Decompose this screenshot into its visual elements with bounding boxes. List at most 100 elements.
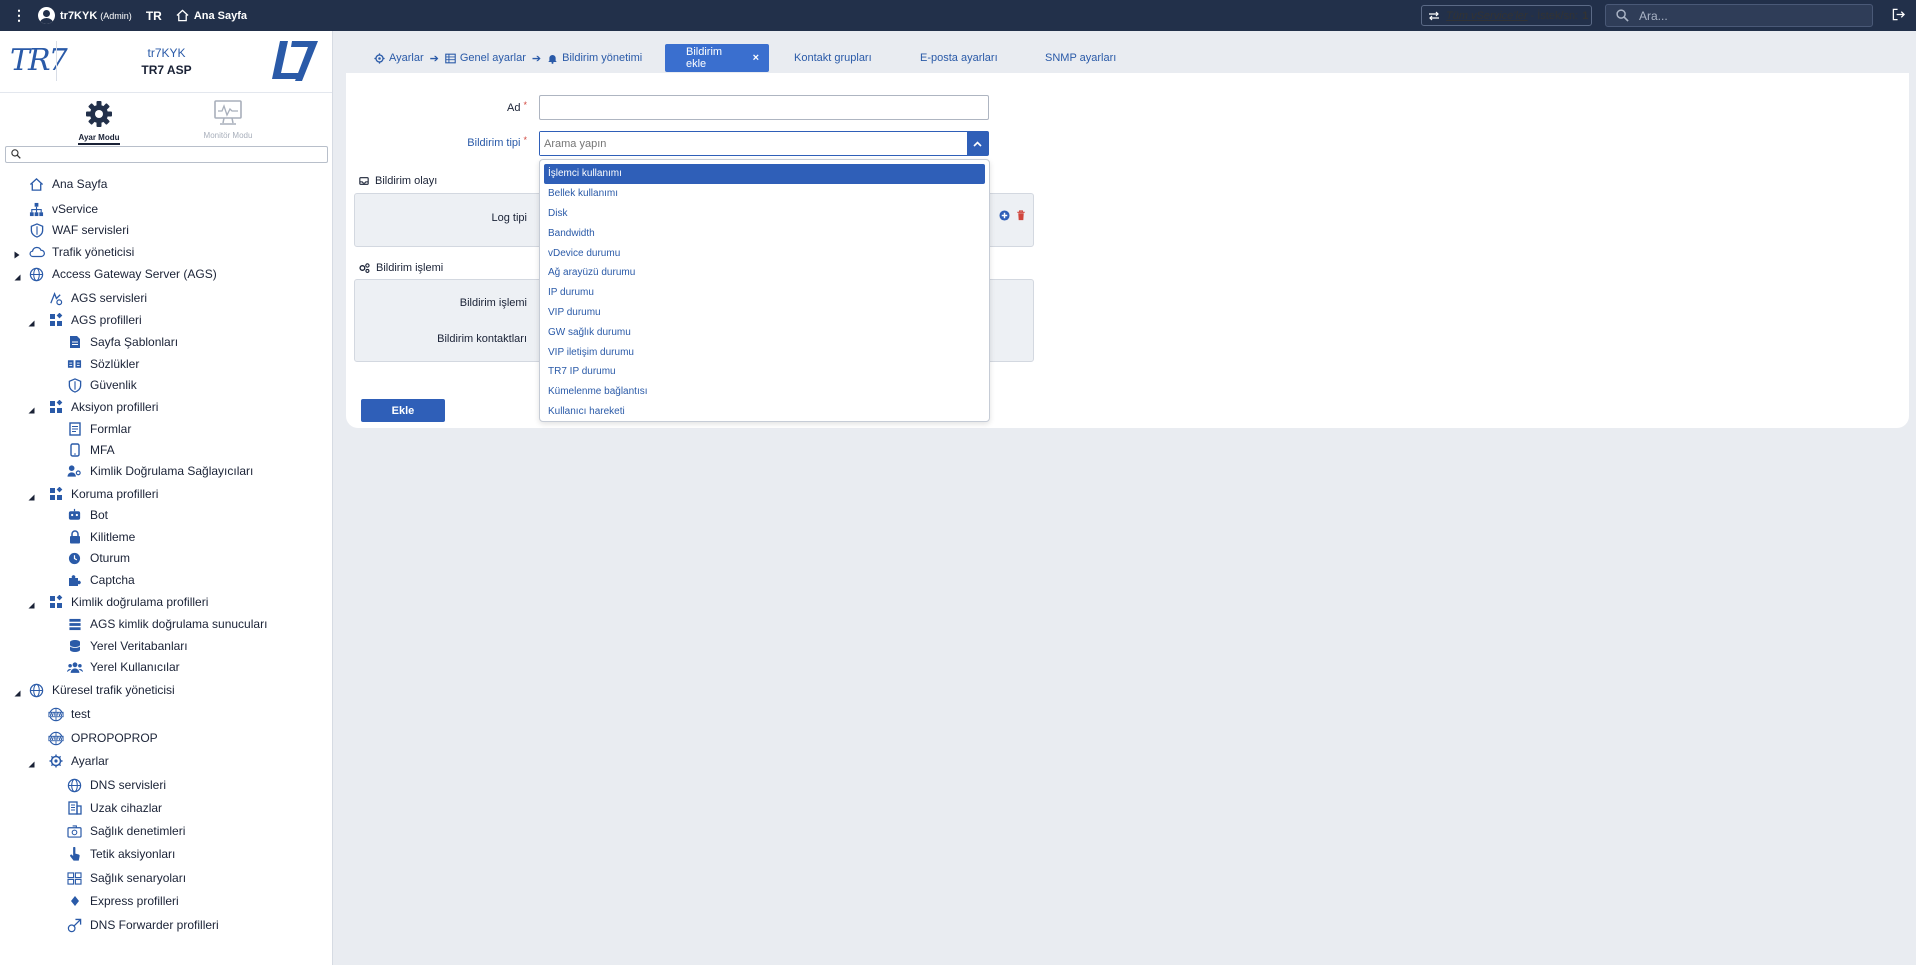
sidebar-search [5, 146, 328, 163]
logout-icon[interactable] [1892, 8, 1905, 21]
add-button[interactable]: Ekle [361, 399, 445, 422]
sidebar-item[interactable]: Yerel Kullanıcılar [66, 657, 180, 677]
dropdown-option[interactable]: Disk [544, 204, 985, 224]
add-circle-icon[interactable] [999, 210, 1010, 221]
sidebar-item-label: Ayarlar [71, 754, 109, 768]
form-icon [66, 421, 83, 438]
dropdown-option[interactable]: TR7 IP durumu [544, 362, 985, 382]
sidebar-item[interactable]: AGS profilleri [28, 310, 142, 330]
sidebar-item[interactable]: vService [28, 199, 98, 219]
sidebar-item[interactable]: Uzak cihazlar [66, 798, 162, 818]
sidebar-item[interactable]: Sağlık denetimleri [66, 821, 185, 841]
sidebar-item[interactable]: DNS Forwarder profilleri [66, 915, 219, 935]
sidebar-item[interactable]: DNS servisleri [66, 775, 166, 795]
caret-down-icon[interactable] [28, 490, 36, 501]
tab-snmp-settings[interactable]: SNMP ayarları [1035, 44, 1126, 72]
sidebar-item[interactable]: Formlar [66, 419, 131, 439]
search-icon [11, 149, 21, 159]
sidebar-item[interactable]: Trafik yöneticisi [14, 242, 134, 262]
sidebar-item[interactable]: Sağlık senaryoları [66, 868, 186, 888]
dropdown-option[interactable]: İşlemci kullanımı [544, 164, 985, 184]
sidebar-item[interactable]: MFA [66, 440, 115, 460]
sidebar-item[interactable]: Bot [66, 505, 108, 525]
sidebar-item[interactable]: Ayarlar [28, 751, 109, 771]
service-icon [47, 290, 64, 307]
vservice-link[interactable]: Tüm vService'ler [1446, 10, 1528, 22]
sidebar-item[interactable]: Oturum [66, 548, 130, 568]
dropdown-option[interactable]: Kullanıcı hareketi [544, 402, 985, 422]
caret-down-icon[interactable] [14, 686, 22, 697]
contacts-label: Bildirim kontaktları [437, 333, 527, 345]
caret-down-icon[interactable] [28, 403, 36, 414]
sidebar-item[interactable]: Koruma profilleri [28, 484, 158, 504]
dropdown-option[interactable]: VIP iletişim durumu [544, 342, 985, 362]
dropdown-option[interactable]: Bandwidth [544, 223, 985, 243]
sidebar-item[interactable]: Kimlik doğrulama profilleri [28, 592, 208, 612]
monitor-mode-tab[interactable]: Monitör Modu [193, 99, 263, 140]
tab-contact-groups[interactable]: Kontakt grupları [784, 44, 882, 72]
caret-down-icon[interactable] [14, 270, 22, 281]
sidebar-item[interactable]: Express profilleri [66, 891, 179, 911]
dropdown-option[interactable]: vDevice durumu [544, 243, 985, 263]
caret-right-icon[interactable] [14, 248, 22, 259]
caret-down-icon[interactable] [28, 316, 36, 327]
www-icon: WWW [47, 706, 64, 723]
home-link[interactable]: Ana Sayfa [176, 9, 247, 22]
settings-mode-tab[interactable]: Ayar Modu [64, 99, 134, 145]
sidebar-item-label: Sağlık denetimleri [90, 824, 186, 838]
sidebar-item-label: Access Gateway Server (AGS) [52, 267, 217, 281]
sidebar-item[interactable]: Kilitleme [66, 527, 135, 547]
settings-mode-label: Ayar Modu [78, 133, 120, 145]
tab-add-notification[interactable]: Bildirim ekle × [665, 44, 769, 72]
breadcrumb-general-settings[interactable]: Genel ayarlar [445, 52, 526, 64]
table-icon [445, 53, 456, 63]
notification-type-search-input[interactable] [540, 132, 967, 155]
sidebar-search-input[interactable] [24, 148, 324, 162]
dropdown-option[interactable]: Kümelenme bağlantısı [544, 382, 985, 402]
lock-icon [66, 529, 83, 546]
sidebar-item[interactable]: WAF servisleri [28, 220, 129, 240]
sidebar-item-label: WAF servisleri [52, 223, 129, 237]
sidebar-item[interactable]: AGS servisleri [47, 288, 147, 308]
sidebar-item[interactable]: Güvenlik [66, 375, 137, 395]
home-icon [28, 176, 45, 193]
vservice-selector[interactable]: Tüm vService'ler - İstek/sn: 1 [1421, 5, 1592, 26]
menu-dots-icon[interactable]: ⋮ [12, 7, 26, 24]
sidebar-item[interactable]: Tetik aksiyonları [66, 844, 175, 864]
breadcrumb-label: Ayarlar [389, 52, 424, 64]
breadcrumb-notification-management[interactable]: Bildirim yönetimi [547, 52, 642, 64]
sidebar-item[interactable]: Sayfa Şablonları [66, 332, 178, 352]
caret-down-icon[interactable] [28, 757, 36, 768]
tab-email-settings[interactable]: E-posta ayarları [910, 44, 1008, 72]
sidebar-item[interactable]: Aksiyon profilleri [28, 397, 158, 417]
dropdown-option[interactable]: VIP durumu [544, 303, 985, 323]
name-input[interactable] [540, 96, 988, 119]
dropdown-option[interactable]: GW sağlık durumu [544, 322, 985, 342]
notification-type-select[interactable] [539, 131, 989, 156]
sidebar-item[interactable]: Küresel trafik yöneticisi [14, 680, 175, 700]
sidebar-item-label: Captcha [90, 573, 135, 587]
dropdown-option[interactable]: Bellek kullanımı [544, 184, 985, 204]
sidebar-item[interactable]: Yerel Veritabanları [66, 636, 188, 656]
sidebar-item[interactable]: Ana Sayfa [28, 174, 107, 194]
dropdown-option[interactable]: Ağ arayüzü durumu [544, 263, 985, 283]
sidebar-item[interactable]: Access Gateway Server (AGS) [14, 264, 217, 284]
user-name: tr7KYK [60, 9, 98, 22]
sidebar-item[interactable]: AGS kimlik doğrulama sunucuları [66, 614, 267, 634]
caret-down-icon[interactable] [28, 598, 36, 609]
breadcrumb-settings[interactable]: Ayarlar [374, 52, 424, 64]
user-menu[interactable]: tr7KYK (Admin) [38, 7, 132, 24]
sidebar-item[interactable]: WWW OPROPOPROP [47, 728, 158, 748]
robot-icon [66, 507, 83, 524]
trash-icon[interactable] [1016, 210, 1026, 221]
diamond-icon [66, 893, 83, 910]
global-search-input[interactable] [1639, 8, 1859, 23]
language-switch[interactable]: TR [146, 9, 162, 23]
close-icon[interactable]: × [753, 52, 759, 64]
sidebar-item[interactable]: Captcha [66, 570, 135, 590]
sidebar-item[interactable]: Sözlükler [66, 354, 139, 374]
chevron-up-icon[interactable] [967, 132, 988, 155]
sidebar-item[interactable]: WWW test [47, 704, 90, 724]
dropdown-option[interactable]: IP durumu [544, 283, 985, 303]
sidebar-item[interactable]: Kimlik Doğrulama Sağlayıcıları [66, 461, 253, 481]
